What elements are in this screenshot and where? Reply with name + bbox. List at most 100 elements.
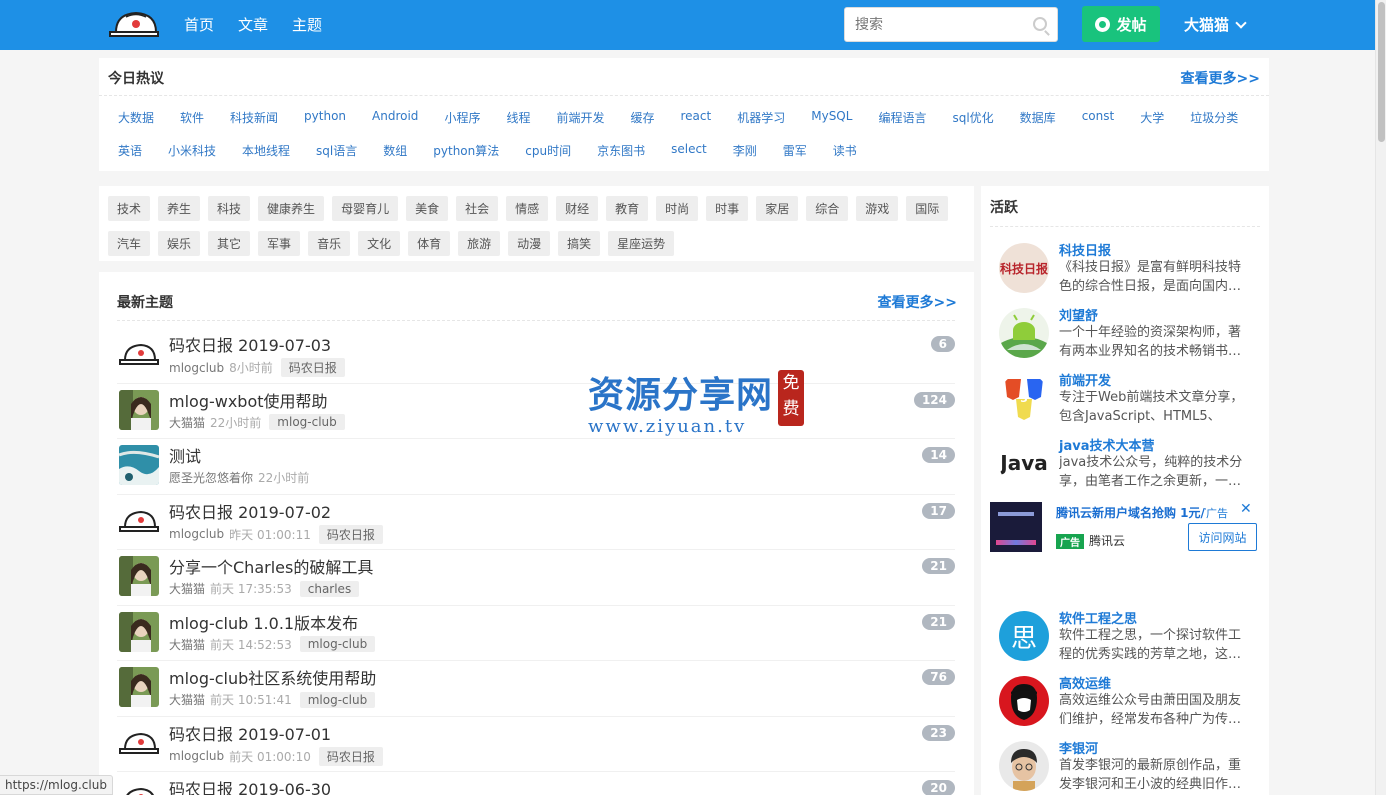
hot-tag[interactable]: 缓存 [620,106,664,129]
user-avatar[interactable] [119,389,159,430]
hot-tag[interactable]: select [661,139,717,162]
topic-row[interactable]: 测试 愿圣光忽悠着你 22小时前 14 [117,439,955,495]
topic-tag[interactable]: charles [299,580,360,597]
user-avatar[interactable] [119,667,159,707]
topic-row[interactable]: 码农日报 2019-07-02 mlogclub 昨天 01:00:11 码农日报 17 [117,495,955,550]
topic-title[interactable]: 码农日报 2019-06-30 [169,776,331,795]
page-scrollbar[interactable] [1375,0,1386,795]
category-tag[interactable]: 财经 [556,196,599,221]
topic-tag[interactable]: 码农日报 [280,358,345,377]
topic-title[interactable]: 码农日报 2019-07-01 [169,721,331,745]
hot-tag[interactable]: sql优化 [942,106,1003,129]
hot-tag[interactable]: MySQL [801,106,862,129]
hot-tag[interactable]: 大数据 [108,106,164,129]
topic-author[interactable]: mlogclub [169,749,224,763]
category-tag[interactable]: 情感 [506,196,549,221]
search-input[interactable] [845,8,1025,41]
topic-tag[interactable]: mlog-club [299,691,376,708]
hot-tag[interactable]: 李刚 [723,139,767,162]
hot-tag[interactable]: 编程语言 [868,106,936,129]
hot-tag[interactable]: 数组 [373,139,417,162]
active-user-avatar[interactable] [999,741,1049,791]
site-logo[interactable] [108,8,160,40]
hot-tag[interactable]: react [671,106,722,129]
category-tag[interactable]: 军事 [258,231,301,256]
ad-image[interactable] [990,502,1042,552]
user-avatar[interactable] [119,501,159,541]
category-tag[interactable]: 汽车 [108,231,151,256]
latest-topics-more-link[interactable]: 查看更多>> [878,292,957,312]
hot-tag[interactable]: python算法 [423,139,509,162]
hot-tag[interactable]: 数据库 [1010,106,1066,129]
nav-articles[interactable]: 文章 [238,14,268,35]
topic-tag[interactable]: 码农日报 [318,746,383,766]
hot-tag[interactable]: 小程序 [434,106,490,129]
active-user-avatar[interactable] [999,308,1049,358]
ad-visit-button[interactable]: 访问网站 [1188,523,1257,551]
user-avatar[interactable] [119,778,159,795]
user-menu[interactable]: 大猫猫 [1184,14,1247,35]
topic-author[interactable]: mlogclub [169,361,224,375]
topic-author[interactable]: 大猫猫 [169,636,205,653]
hot-tag[interactable]: 英语 [108,139,152,162]
topic-author[interactable]: 大猫猫 [169,414,205,431]
hot-tag[interactable]: 垃圾分类 [1180,106,1248,129]
hot-tag[interactable]: sql语言 [306,139,367,162]
category-tag[interactable]: 动漫 [508,231,551,256]
active-user-item[interactable]: 科技日报 科技日报 《科技日报》是富有鲜明科技特色的综合性日报，是面向国内… [999,240,1261,300]
category-tag[interactable]: 星座运势 [608,231,675,256]
active-user-item[interactable]: Java java技术大本营 java技术公众号，纯粹的技术分享，由笔者工作之余更新… [999,435,1261,495]
category-tag[interactable]: 音乐 [308,231,351,256]
hot-tag[interactable]: 机器学习 [727,106,795,129]
active-user-name[interactable]: 软件工程之思 [1059,608,1137,627]
topic-row[interactable]: mlog-club社区系统使用帮助 大猫猫 前天 10:51:41 mlog-club… [117,661,955,717]
post-button[interactable]: 发帖 [1082,6,1160,42]
category-tag[interactable]: 科技 [208,196,251,221]
active-user-item[interactable]: 5 前端开发专注于Web前端技术文章分享，包含JavaScript、HTML5、C… [999,370,1261,430]
hot-tag[interactable]: 线程 [496,106,540,129]
user-avatar[interactable] [119,556,159,596]
hot-topics-more-link[interactable]: 查看更多>> [1181,68,1260,88]
active-user-name[interactable]: 前端开发 [1059,370,1111,389]
category-tag[interactable]: 健康养生 [258,196,325,221]
topic-tag[interactable]: mlog-club [299,636,376,652]
topic-title[interactable]: 码农日报 2019-07-03 [169,332,331,356]
active-user-name[interactable]: 李银河 [1059,738,1098,757]
hot-tag[interactable]: 科技新闻 [220,106,288,129]
topic-title[interactable]: 测试 [169,443,201,467]
category-tag[interactable]: 社会 [456,196,499,221]
active-user-avatar[interactable]: 思 [999,611,1049,661]
category-tag[interactable]: 游戏 [856,196,899,221]
category-tag[interactable]: 国际 [906,196,949,221]
ad-close-icon[interactable]: ✕ [1240,501,1252,517]
hot-tag[interactable]: 读书 [823,139,867,162]
hot-tag[interactable]: Android [362,106,428,129]
topic-title[interactable]: mlog-club社区系统使用帮助 [169,665,376,689]
topic-row[interactable]: 码农日报 2019-06-30 20 [117,772,955,795]
topic-title[interactable]: mlog-club 1.0.1版本发布 [169,610,358,634]
category-tag[interactable]: 时事 [706,196,749,221]
active-user-avatar[interactable]: 科技日报 [999,243,1049,293]
active-user-avatar[interactable]: 5 [999,373,1049,423]
topic-title[interactable]: 分享一个Charles的破解工具 [169,554,373,578]
category-tag[interactable]: 搞笑 [558,231,601,256]
category-tag[interactable]: 家居 [756,196,799,221]
topic-author[interactable]: mlogclub [169,527,224,541]
nav-topics[interactable]: 主题 [292,14,322,35]
topic-title[interactable]: 码农日报 2019-07-02 [169,499,331,523]
active-user-name[interactable]: 科技日报 [1059,240,1111,259]
category-tag[interactable]: 教育 [606,196,649,221]
active-user-avatar[interactable] [999,676,1049,726]
topic-author[interactable]: 愿圣光忽悠着你 [169,469,253,486]
user-avatar[interactable] [119,611,159,652]
scrollbar-thumb[interactable] [1378,2,1385,142]
active-user-item[interactable]: 高效运维 高效运维公众号由萧田国及朋友们维护，经常发布各种广为传… [999,673,1261,733]
hot-tag[interactable]: python [294,106,356,129]
topic-author[interactable]: 大猫猫 [169,691,205,708]
nav-home[interactable]: 首页 [184,14,214,35]
hot-tag[interactable]: 小米科技 [158,139,226,162]
user-avatar[interactable] [119,334,159,374]
topic-row[interactable]: mlog-club 1.0.1版本发布 大猫猫 前天 14:52:53 mlog-cl… [117,606,955,661]
hot-tag[interactable]: 软件 [170,106,214,129]
topic-row[interactable]: 码农日报 2019-07-01 mlogclub 前天 01:00:10 码农日报 23 [117,717,955,772]
